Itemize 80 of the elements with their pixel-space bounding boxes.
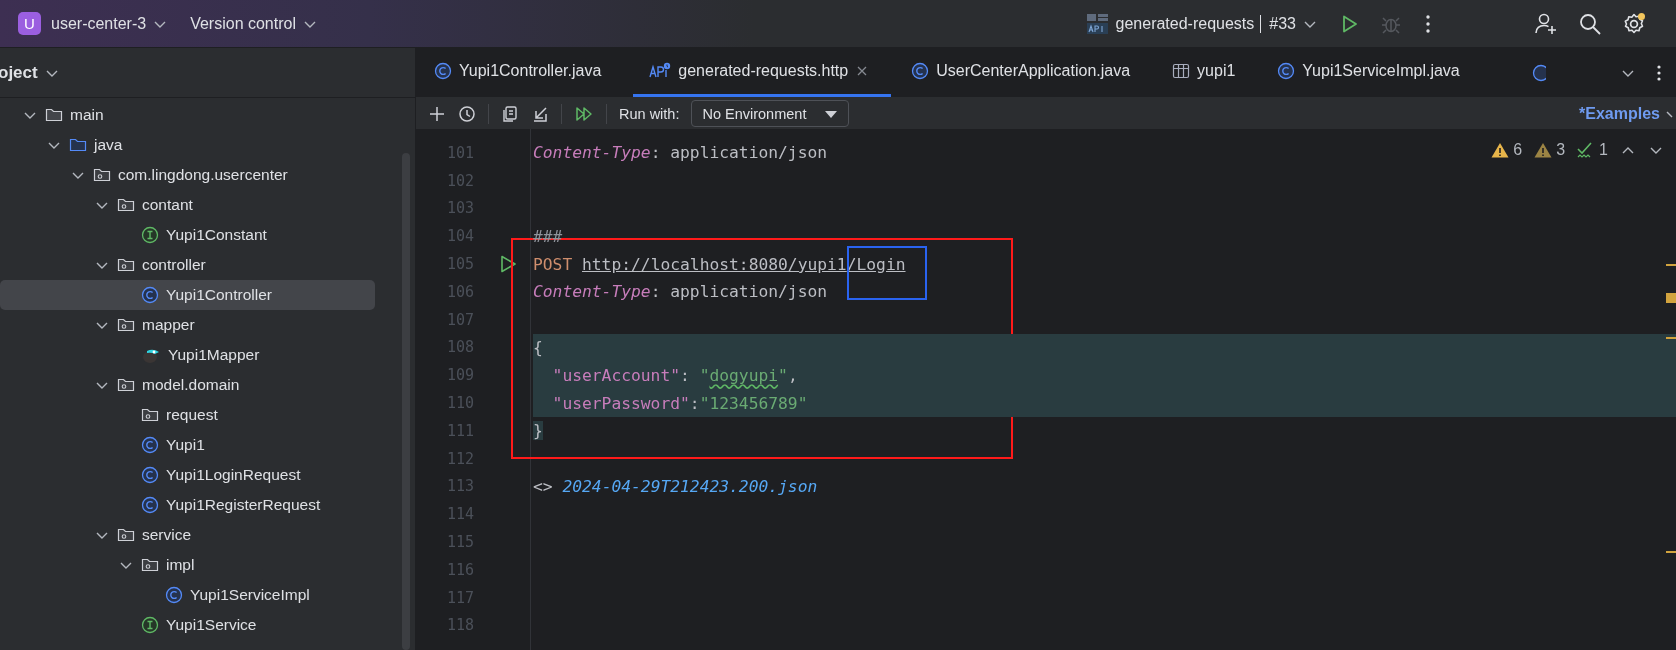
warning-icon xyxy=(1534,142,1553,158)
examples-link[interactable]: *Examples xyxy=(1579,104,1676,123)
tree-item[interactable]: impl xyxy=(0,550,377,580)
inspection-counter[interactable]: 3 xyxy=(1534,141,1566,159)
folder-icon xyxy=(69,137,87,153)
editor-tab[interactable]: Yupi1Controller.java xyxy=(424,48,624,97)
run-icon[interactable] xyxy=(498,254,517,275)
api-icon xyxy=(1085,12,1110,35)
class-icon xyxy=(165,586,183,604)
code-line: Content-Type: application/json xyxy=(533,282,828,302)
warning-icon xyxy=(1491,142,1510,158)
history-icon[interactable] xyxy=(458,104,476,123)
package-icon xyxy=(117,527,135,543)
tree-item[interactable]: Yupi1Constant xyxy=(0,220,377,250)
package-icon xyxy=(141,407,159,423)
package-icon xyxy=(117,257,135,273)
class-icon xyxy=(434,62,452,80)
class-icon xyxy=(141,496,159,514)
tree-item[interactable]: service xyxy=(0,520,377,550)
tree-item[interactable]: Yupi1 xyxy=(0,430,377,460)
add-user-icon[interactable] xyxy=(1534,11,1558,36)
examples-text: *Examples xyxy=(1579,104,1660,123)
tree-item[interactable]: com.lingdong.usercenter xyxy=(0,160,377,190)
import-icon[interactable] xyxy=(531,104,549,123)
settings-icon[interactable] xyxy=(1622,11,1646,36)
tree-item[interactable]: contant xyxy=(0,190,377,220)
dropdown-arrow-icon xyxy=(824,108,839,119)
tree-item[interactable]: main xyxy=(0,100,377,130)
code-line: "userAccount": "dogyupi", xyxy=(551,365,798,385)
package-icon xyxy=(117,317,135,333)
table-icon xyxy=(1172,62,1191,80)
class-icon xyxy=(141,466,159,484)
code-line: Content-Type: application/json xyxy=(533,143,828,163)
package-icon xyxy=(117,197,135,213)
interface-icon xyxy=(141,616,159,634)
editor-tab[interactable]: UserCenterApplication.java xyxy=(901,48,1153,97)
api-icon xyxy=(649,62,672,80)
add-icon[interactable] xyxy=(428,104,446,123)
class-icon xyxy=(141,436,159,454)
inspection-counter[interactable]: 6 xyxy=(1491,141,1523,159)
code-line: { xyxy=(533,337,543,357)
tree-item[interactable]: mapper xyxy=(0,310,377,340)
run-with-label: Run with: xyxy=(619,105,680,122)
tree-item[interactable]: java xyxy=(0,130,377,160)
class-icon xyxy=(911,62,930,80)
project-name: user-center-3 xyxy=(51,14,147,33)
tree-item[interactable]: Yupi1RegisterRequest xyxy=(0,490,377,520)
inspection-counter[interactable]: 1 xyxy=(1577,141,1608,159)
editor-tab[interactable]: Yupi1ServiceImpl.java xyxy=(1267,48,1482,97)
tree-item[interactable]: Yupi1LoginRequest xyxy=(0,460,377,490)
package-icon xyxy=(117,377,135,393)
code-line: <> 2024-04-29T212423.200.json xyxy=(533,476,818,496)
package-icon xyxy=(141,557,159,573)
tree-item[interactable]: request xyxy=(0,400,377,430)
class-icon xyxy=(141,286,159,304)
project-selector[interactable]: U user-center-3 xyxy=(18,12,169,35)
tree-item[interactable]: controller xyxy=(0,250,377,280)
folder-icon xyxy=(45,107,63,123)
code-line: POST http://localhost:8080/yupi1/Login xyxy=(533,254,906,274)
run-number: #33 xyxy=(1260,14,1296,33)
run-all-icon[interactable] xyxy=(574,104,594,123)
search-icon[interactable] xyxy=(1578,11,1602,36)
vcs-menu[interactable]: Version control xyxy=(190,14,318,33)
tree-item[interactable]: Yupi1Service xyxy=(0,610,377,640)
run-config-name: generated-requests xyxy=(1115,14,1255,33)
tree-item[interactable]: model.domain xyxy=(0,370,377,400)
selected-tree-item[interactable]: Yupi1Controller xyxy=(0,280,375,310)
tree-item[interactable]: Yupi1Mapper xyxy=(0,340,377,370)
run-config-selector[interactable]: generated-requests #33 xyxy=(1085,12,1318,35)
class-icon xyxy=(1277,62,1296,80)
environment-dropdown[interactable]: No Environment xyxy=(691,100,850,127)
code-line: "userPassword":"123456789" xyxy=(551,393,808,413)
vcs-label: Version control xyxy=(190,14,296,33)
class-icon[interactable] xyxy=(1531,63,1546,82)
interface-icon xyxy=(141,226,159,244)
project-badge: U xyxy=(18,12,41,35)
copy-icon[interactable] xyxy=(501,104,519,123)
tree-item[interactable]: Yupi1ServiceImpl xyxy=(0,580,377,610)
package-icon xyxy=(93,167,111,183)
editor-tab[interactable]: yupi1 xyxy=(1162,48,1258,97)
